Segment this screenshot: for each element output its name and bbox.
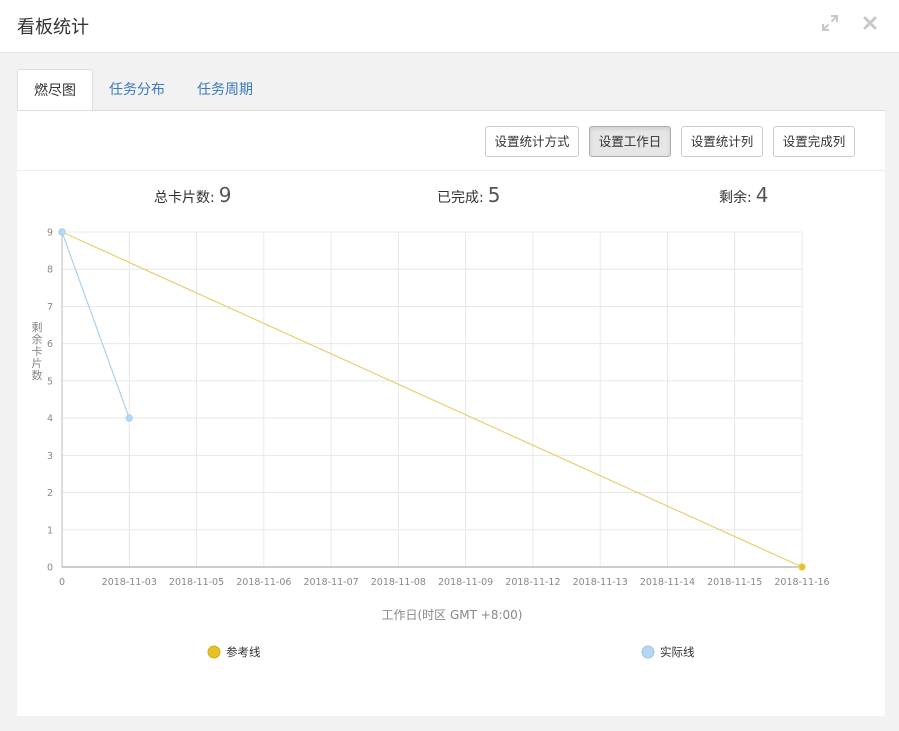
y-tick-label: 9: [47, 228, 53, 239]
legend-marker-1: [641, 645, 655, 659]
y-tick-label: 8: [47, 265, 53, 276]
x-tick-label: 2018-11-03: [102, 577, 157, 588]
x-tick-label: 2018-11-06: [236, 577, 291, 588]
x-tick-label: 2018-11-08: [371, 577, 426, 588]
y-tick-label: 1: [47, 525, 53, 536]
y-tick-label: 3: [47, 451, 53, 462]
x-tick-label: 0: [59, 577, 65, 588]
x-tick-label: 2018-11-09: [438, 577, 493, 588]
tab-bar: 燃尽图 任务分布 任务周期: [17, 69, 269, 111]
y-tick-label: 5: [47, 376, 53, 387]
set-stat-columns-button[interactable]: 设置统计列: [681, 126, 763, 157]
tab-burndown[interactable]: 燃尽图: [17, 69, 93, 111]
close-icon[interactable]: [859, 12, 881, 34]
toolbar: 设置统计方式 设置工作日 设置统计列 设置完成列: [17, 110, 885, 170]
y-tick-label: 0: [47, 563, 53, 574]
set-stat-method-button[interactable]: 设置统计方式: [485, 126, 579, 157]
x-tick-label: 2018-11-14: [640, 577, 695, 588]
x-tick-label: 2018-11-05: [169, 577, 224, 588]
series-line-0: [61, 231, 803, 568]
legend-marker-0: [207, 645, 221, 659]
series-line-1: [61, 231, 130, 419]
x-tick-label: 2018-11-15: [707, 577, 762, 588]
dialog-title: 看板统计: [17, 17, 89, 38]
x-axis-title: 工作日(时区 GMT +8:00): [382, 608, 523, 622]
burndown-chart: 0 1 2 3 4 5 6 7 8 9 0 2018-11-03 2018-11-05 2018-11-0…: [32, 228, 830, 660]
set-workday-button[interactable]: 设置工作日: [589, 126, 671, 157]
legend-label-1: 实际线: [660, 645, 695, 659]
y-tick-label: 7: [47, 302, 53, 313]
x-tick-label: 2018-11-13: [573, 577, 628, 588]
expand-icon[interactable]: [819, 12, 841, 34]
series-point-1: [58, 228, 66, 236]
tab-task-distribution[interactable]: 任务分布: [93, 69, 181, 111]
y-tick-label: 4: [47, 414, 53, 425]
set-done-columns-button[interactable]: 设置完成列: [773, 126, 855, 157]
dialog-header: 看板统计: [0, 0, 899, 53]
series-point-1: [125, 414, 133, 422]
y-tick-label: 6: [47, 339, 53, 350]
tab-task-cycle[interactable]: 任务周期: [181, 69, 269, 111]
x-tick-label: 2018-11-12: [505, 577, 560, 588]
y-axis-title: 剩余卡片数: [32, 321, 43, 382]
series-point-0: [798, 563, 806, 571]
y-tick-label: 2: [47, 488, 53, 499]
chart-panel: 总卡片数: 9 已完成: 5 剩余: 4 0 1 2 3 4 5 6 7 8 9 0 2018-11-…: [17, 170, 885, 716]
legend-label-0: 参考线: [226, 645, 261, 659]
x-tick-label: 2018-11-07: [303, 577, 358, 588]
x-tick-label: 2018-11-16: [774, 577, 829, 588]
